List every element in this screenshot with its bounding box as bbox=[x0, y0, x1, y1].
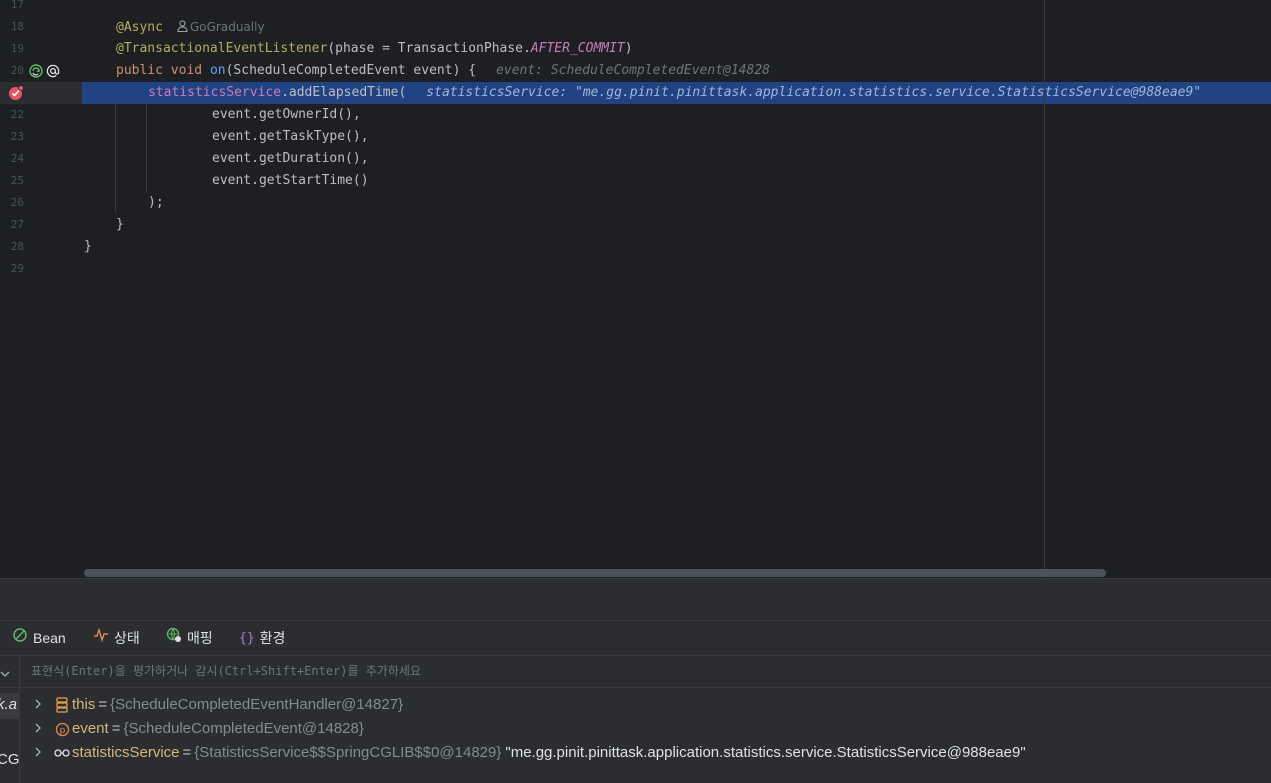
code-editor[interactable]: 17 18 19 20 21 22 23 24 25 26 27 28 29 bbox=[0, 0, 1271, 578]
breakpoint-icon[interactable] bbox=[8, 85, 24, 105]
equals-sign: = bbox=[111, 720, 121, 737]
variable-row[interactable]: statisticsService = {StatisticsService$$Sp… bbox=[20, 741, 1271, 765]
equals-sign: = bbox=[182, 744, 192, 761]
code-line-20: public void on(ScheduleCompletedEvent ev… bbox=[82, 60, 1271, 82]
variable-value: "me.gg.pinit.pinittask.application.stati… bbox=[505, 744, 1026, 761]
code-line-21-execution-point: statisticsService.addElapsedTime( statist… bbox=[82, 82, 1271, 104]
event-listener-gutter-icon[interactable] bbox=[29, 63, 43, 82]
method-call: .addElapsedTime( bbox=[281, 85, 407, 100]
chevron-right-icon[interactable] bbox=[34, 717, 46, 741]
method-name: on bbox=[209, 63, 226, 78]
line-number: 18 bbox=[10, 20, 24, 33]
person-icon bbox=[177, 17, 188, 39]
frames-list[interactable]: k.a CGL bbox=[0, 688, 20, 783]
code-author-hint[interactable]: GoGradually bbox=[177, 20, 265, 34]
code-text: event.getDuration(), bbox=[212, 151, 369, 166]
chevron-down-icon bbox=[0, 664, 10, 683]
svg-text:p: p bbox=[59, 726, 65, 736]
field-reference: statisticsService bbox=[148, 85, 282, 100]
variable-name: event bbox=[72, 720, 109, 737]
mapping-icon bbox=[166, 621, 182, 656]
variable-type: {ScheduleCompletedEventHandler@14827} bbox=[110, 696, 404, 713]
variable-name: this bbox=[72, 696, 96, 713]
tab-label: 환경 bbox=[259, 630, 286, 646]
variable-row[interactable]: p event = {ScheduleCompletedEvent@14828} bbox=[20, 717, 1271, 741]
variable-row[interactable]: this = {ScheduleCompletedEventHandler@1482… bbox=[20, 693, 1271, 717]
variable-type: {StatisticsService$$SpringCGLIB$$0@14829… bbox=[194, 744, 502, 761]
keyword-public: public bbox=[116, 63, 163, 78]
code-text: (phase = TransactionPhase. bbox=[327, 41, 531, 56]
variable-type: {ScheduleCompletedEvent@14828} bbox=[123, 720, 364, 737]
evaluate-expression-input[interactable] bbox=[31, 656, 1231, 687]
code-text: } bbox=[116, 217, 124, 232]
evaluate-expression-bar bbox=[0, 655, 1271, 688]
horizontal-scrollbar[interactable] bbox=[84, 569, 1106, 577]
health-icon bbox=[93, 621, 109, 656]
debug-tabs: Bean 상태 매핑 {} 환경 bbox=[0, 620, 1271, 655]
async-annotation: @Async bbox=[116, 20, 163, 35]
inline-value-hint: statisticsService: "me.gg.pinit.pinittas… bbox=[426, 85, 1202, 100]
code-line-18: @Async GoGradually bbox=[82, 16, 1271, 38]
code-text: event.getStartTime() bbox=[212, 173, 369, 188]
bean-icon bbox=[12, 621, 28, 656]
enum-constant: AFTER_COMMIT bbox=[530, 41, 625, 56]
code-text: event.getOwnerId(), bbox=[212, 107, 361, 122]
object-icon bbox=[54, 697, 70, 713]
frame-label: CGL bbox=[0, 751, 20, 768]
code-line-26: ); bbox=[82, 192, 1271, 214]
debug-panel-header bbox=[0, 578, 1271, 620]
line-number: 26 bbox=[10, 196, 24, 209]
line-number: 28 bbox=[10, 240, 24, 253]
line-number: 25 bbox=[10, 174, 24, 187]
tab-environment[interactable]: {} 환경 bbox=[239, 621, 285, 656]
code-area[interactable]: @Async GoGradually @TransactionalEventLis… bbox=[82, 0, 1271, 578]
code-text: ) bbox=[624, 41, 633, 56]
method-params: (ScheduleCompletedEvent event) { bbox=[225, 63, 477, 78]
tab-health[interactable]: 상태 bbox=[93, 621, 140, 656]
line-number: 20 bbox=[10, 64, 24, 77]
code-line-28: } bbox=[82, 236, 1271, 258]
code-text: ); bbox=[148, 195, 164, 210]
at-annotation-gutter-icon[interactable] bbox=[46, 63, 60, 82]
equals-sign: = bbox=[98, 696, 108, 713]
line-number: 23 bbox=[10, 130, 24, 143]
tab-label: 매핑 bbox=[187, 630, 213, 646]
tab-mappings[interactable]: 매핑 bbox=[166, 621, 213, 656]
line-number: 17 bbox=[10, 0, 24, 11]
line-number: 29 bbox=[10, 262, 24, 275]
line-number: 24 bbox=[10, 152, 24, 165]
code-line-27: } bbox=[82, 214, 1271, 236]
parameter-icon: p bbox=[54, 721, 70, 737]
variables-view: k.a CGL this={ScheduleCompletedEventHand… bbox=[0, 688, 1271, 783]
code-text: event.getTaskType(), bbox=[212, 129, 369, 144]
chevron-right-icon[interactable] bbox=[34, 741, 46, 765]
watch-glasses-icon bbox=[54, 745, 70, 761]
tab-label: 상태 bbox=[114, 630, 140, 646]
code-text: } bbox=[84, 239, 92, 254]
frame-label: k.a bbox=[0, 696, 18, 713]
code-line-19: @TransactionalEventListener(phase = Tran… bbox=[82, 38, 1271, 60]
keyword-void: void bbox=[170, 63, 203, 78]
code-line-24: event.getDuration(), bbox=[82, 148, 1271, 170]
tab-bean[interactable]: Bean bbox=[12, 621, 66, 656]
variable-name: statisticsService bbox=[72, 744, 180, 761]
line-number: 19 bbox=[10, 42, 24, 55]
environment-icon: {} bbox=[239, 631, 255, 646]
line-number: 27 bbox=[10, 218, 24, 231]
author-name: GoGradually bbox=[189, 20, 265, 34]
line-number: 22 bbox=[10, 108, 24, 121]
code-line-25: event.getStartTime() bbox=[82, 170, 1271, 192]
code-line-22: event.getOwnerId(), bbox=[82, 104, 1271, 126]
editor-gutter[interactable]: 17 18 19 20 21 22 23 24 25 26 27 28 29 bbox=[0, 0, 82, 578]
tab-label: Bean bbox=[33, 630, 66, 646]
right-margin-guide bbox=[1044, 0, 1045, 578]
listener-annotation: @TransactionalEventListener bbox=[116, 41, 328, 56]
code-line-23: event.getTaskType(), bbox=[82, 126, 1271, 148]
chevron-right-icon[interactable] bbox=[34, 693, 46, 717]
frames-collapse-toggle[interactable] bbox=[0, 656, 20, 687]
inline-value-hint: event: ScheduleCompletedEvent@14828 bbox=[496, 63, 770, 78]
